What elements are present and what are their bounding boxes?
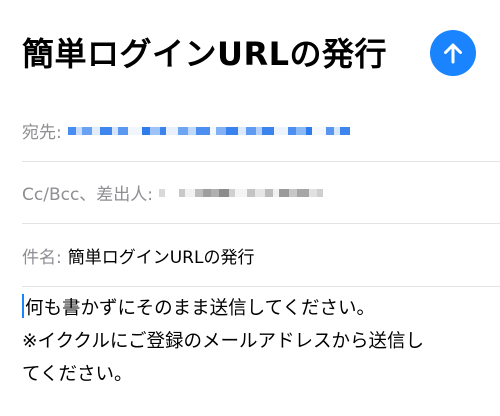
body-line: 何も書かずにそのまま送信してください。 xyxy=(22,292,474,325)
message-body[interactable]: 何も書かずにそのまま送信してください。 ※イククルにご登録のメールアドレスから送… xyxy=(22,292,474,391)
subject-label: 件名: xyxy=(22,248,62,268)
compose-title: 簡単ログインURLの発行 xyxy=(22,35,388,73)
mail-compose-screen: 簡単ログインURLの発行 宛先: Cc/Bcc、差出人: 件名: 簡単ログインU… xyxy=(0,0,500,416)
from-address-redacted xyxy=(159,186,324,200)
text-cursor xyxy=(22,294,24,318)
arrow-up-icon xyxy=(444,43,462,64)
cc-bcc-from-label: Cc/Bcc、差出人: xyxy=(22,185,154,205)
to-address-redacted xyxy=(67,124,350,138)
to-field[interactable]: 宛先: xyxy=(22,100,500,162)
send-button[interactable] xyxy=(430,30,476,76)
body-line-3: てください。 xyxy=(22,364,133,385)
subject-value[interactable]: 簡単ログインURLの発行 xyxy=(68,243,255,268)
to-label: 宛先: xyxy=(22,123,62,143)
body-line-1: 何も書かずにそのまま送信してください。 xyxy=(25,298,376,319)
cc-bcc-from-field[interactable]: Cc/Bcc、差出人: xyxy=(22,162,500,224)
body-line-2: ※イククルにご登録のメールアドレスから送信し xyxy=(22,331,424,352)
compose-header: 簡単ログインURLの発行 xyxy=(22,28,484,80)
subject-field[interactable]: 件名: 簡単ログインURLの発行 xyxy=(22,225,500,287)
